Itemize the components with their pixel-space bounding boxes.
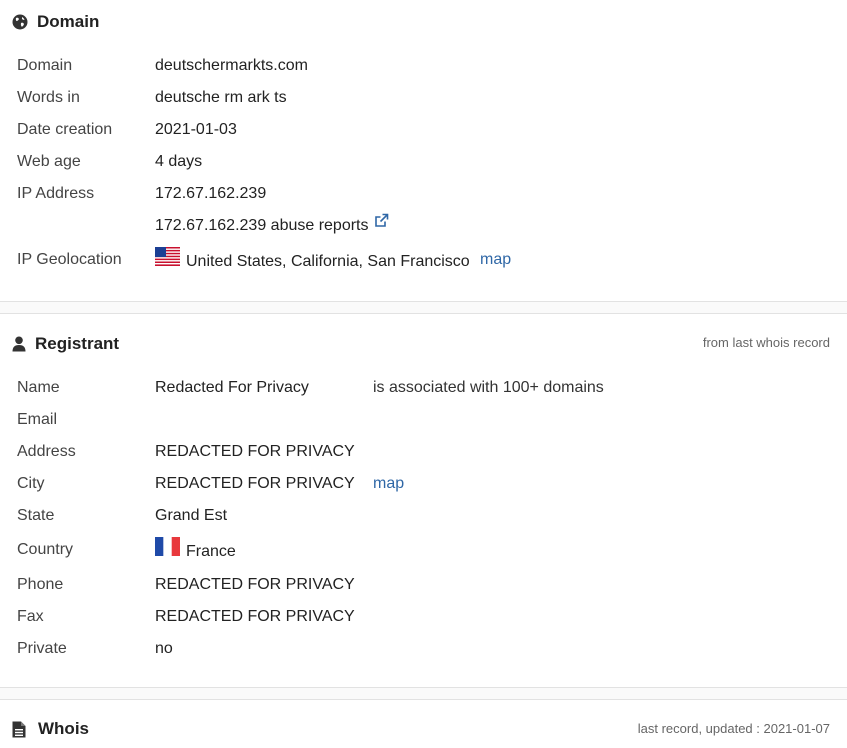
row-label: Date creation	[17, 121, 113, 138]
fax-row: Fax REDACTED FOR PRIVACY	[17, 606, 355, 628]
ip-geolocation-value: United States, California, San Francisco	[155, 247, 470, 273]
row-label: IP Address	[17, 185, 95, 202]
city-row: City REDACTED FOR PRIVACY	[17, 473, 355, 495]
whois-updated-note: last record, updated : 2021-01-07	[637, 721, 830, 736]
ip-geolocation-row: IP Geolocation United States, California…	[17, 247, 470, 273]
whois-section-title: Whois	[38, 719, 89, 738]
registrant-source-note: from last whois record	[702, 335, 830, 350]
city-map-link[interactable]: map	[373, 473, 404, 495]
name-row: Name Redacted For Privacy	[17, 377, 309, 399]
row-label: Words in	[17, 89, 80, 106]
row-label: Name	[17, 379, 60, 396]
divider	[0, 699, 847, 700]
abuse-reports-row: 172.67.162.239 abuse reports	[17, 213, 389, 237]
country-text: France	[186, 543, 236, 561]
state-row: State Grand Est	[17, 505, 227, 527]
associated-domains-text: is associated with 100+ domains	[373, 379, 604, 396]
web-age-value: 4 days	[155, 153, 203, 170]
address-row: Address REDACTED FOR PRIVACY	[17, 441, 355, 463]
domain-row: Domain deutschermarkts.com	[17, 55, 308, 77]
abuse-reports-link[interactable]: 172.67.162.239 abuse reports	[155, 213, 389, 237]
row-label: State	[17, 507, 55, 524]
whois-section-header: Whois	[12, 719, 89, 739]
divider	[0, 313, 847, 314]
abuse-reports-text: 172.67.162.239 abuse reports	[155, 217, 369, 235]
phone-row: Phone REDACTED FOR PRIVACY	[17, 574, 355, 596]
ip-address-row: IP Address 172.67.162.239	[17, 183, 266, 205]
section-gap	[0, 301, 847, 313]
document-icon	[12, 721, 28, 738]
user-icon	[12, 336, 28, 352]
email-row: Email	[17, 409, 155, 431]
row-label	[17, 215, 155, 237]
words-in-row: Words in deutsche rm ark ts	[17, 87, 287, 109]
row-label: Domain	[17, 57, 73, 74]
row-label: Private	[17, 640, 67, 657]
external-link-icon	[374, 213, 389, 235]
registrant-section-header: Registrant	[12, 334, 119, 354]
geolocation-map-link[interactable]: map	[480, 249, 511, 271]
row-label: Fax	[17, 608, 44, 625]
private-value: no	[155, 640, 173, 657]
date-creation-row: Date creation 2021-01-03	[17, 119, 237, 141]
globe-icon	[12, 14, 28, 30]
row-label: City	[17, 475, 45, 492]
domain-section-header: Domain	[12, 12, 99, 32]
row-label: Web age	[17, 153, 81, 170]
phone-value: REDACTED FOR PRIVACY	[155, 576, 355, 593]
registrant-section-title: Registrant	[35, 334, 120, 353]
fr-flag-icon	[155, 537, 180, 563]
row-label: Email	[17, 411, 58, 428]
row-label: Address	[17, 443, 76, 460]
address-value: REDACTED FOR PRIVACY	[155, 443, 355, 460]
us-flag-icon	[155, 247, 180, 273]
city-value: REDACTED FOR PRIVACY	[155, 475, 355, 492]
private-row: Private no	[17, 638, 173, 660]
web-age-row: Web age 4 days	[17, 151, 202, 173]
domain-section-title: Domain	[37, 12, 100, 31]
row-label: Country	[17, 541, 74, 558]
country-row: Country France	[17, 537, 236, 563]
fax-value: REDACTED FOR PRIVACY	[155, 608, 355, 625]
divider	[0, 301, 847, 302]
words-in-value: deutsche rm ark ts	[155, 89, 287, 106]
registrant-name-link[interactable]: Redacted For Privacy	[155, 377, 309, 399]
domain-value: deutschermarkts.com	[155, 57, 308, 74]
geolocation-text: United States, California, San Francisco	[186, 253, 470, 271]
state-value: Grand Est	[155, 507, 228, 524]
ip-address-link[interactable]: 172.67.162.239	[155, 183, 266, 205]
section-gap	[0, 687, 847, 699]
divider	[0, 687, 847, 688]
country-value: France	[155, 537, 236, 563]
row-label: Phone	[17, 576, 64, 593]
date-creation-value: 2021-01-03	[155, 121, 237, 138]
row-label: IP Geolocation	[17, 251, 122, 268]
